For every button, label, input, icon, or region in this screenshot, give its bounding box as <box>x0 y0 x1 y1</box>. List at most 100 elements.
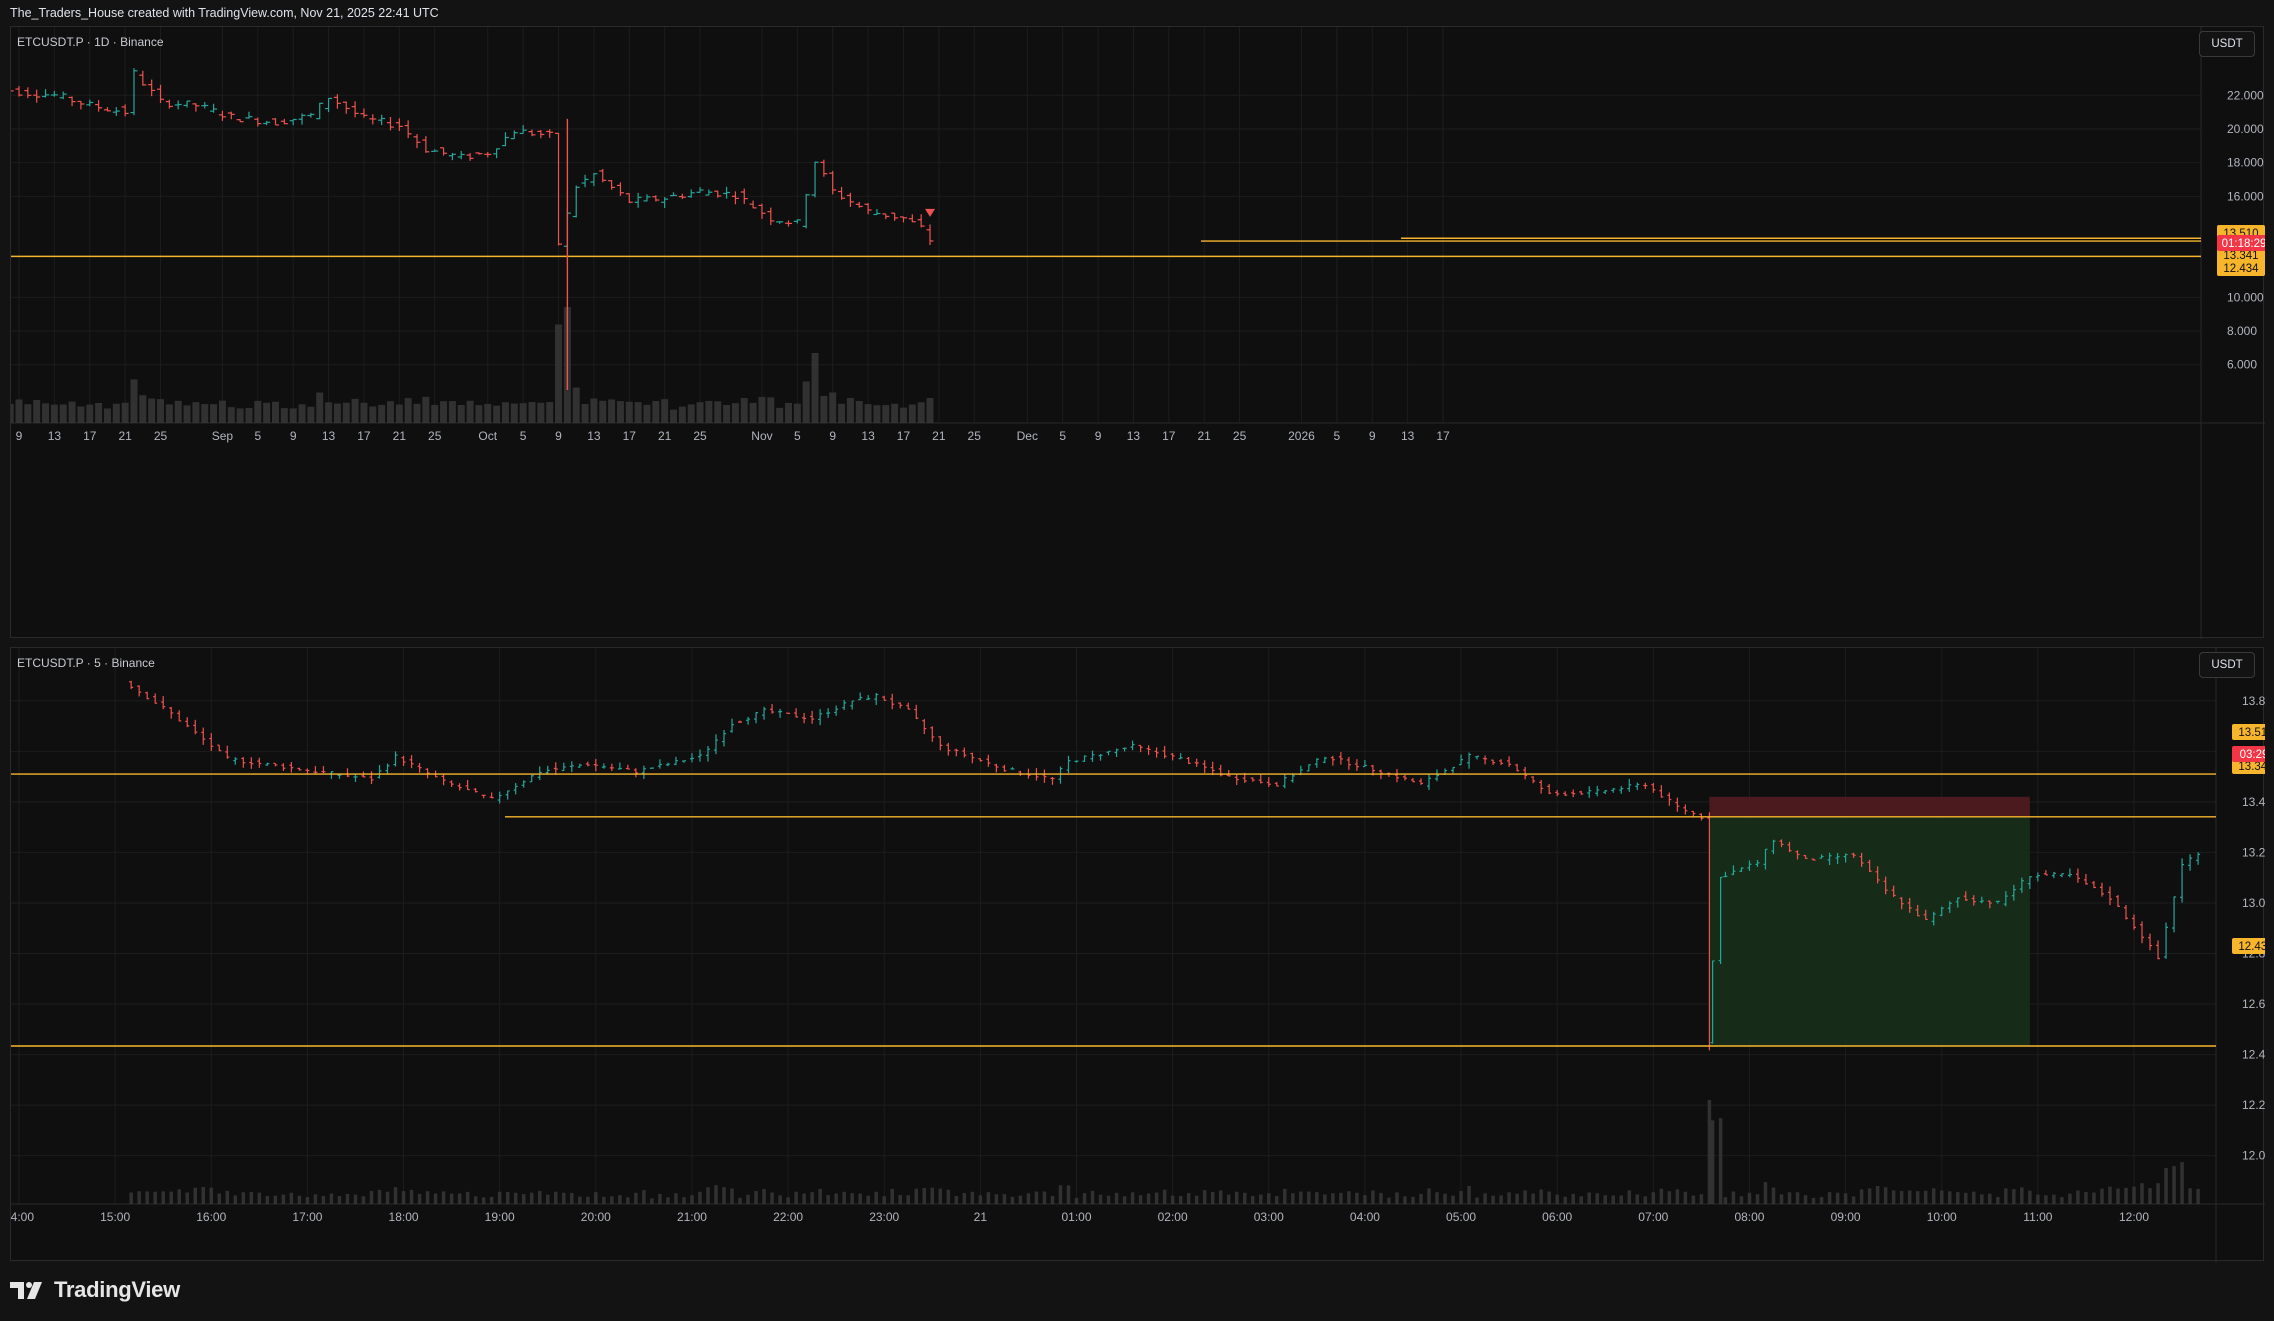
volume-bar <box>1763 1182 1768 1204</box>
volume-bar <box>1459 1191 1463 1204</box>
volume-bar <box>2124 1187 2128 1204</box>
volume-bar <box>954 1196 959 1204</box>
time-tick-label: 21 <box>974 1210 988 1224</box>
volume-bar <box>386 401 394 423</box>
volume-bar <box>917 402 925 423</box>
volume-bar <box>818 1188 822 1204</box>
volume-bar <box>858 1193 862 1204</box>
volume-bar <box>784 402 792 423</box>
volume-bar <box>616 401 624 423</box>
volume-bar <box>1659 1188 1664 1204</box>
volume-bar <box>794 1191 798 1204</box>
volume-bar <box>754 1191 758 1204</box>
volume-bar <box>1291 1193 1295 1204</box>
volume-bar <box>521 1194 526 1204</box>
volume-bar <box>1755 1194 1760 1204</box>
volume-bar <box>898 1194 902 1204</box>
volume-bar <box>537 402 545 423</box>
volume-bar <box>313 1194 318 1204</box>
volume-bar <box>2108 1186 2112 1204</box>
volume-bar <box>666 1197 670 1204</box>
volume-bar <box>475 405 483 423</box>
price-tick-label: 8.000 <box>2227 324 2257 338</box>
time-tick-label: 13 <box>1401 429 1415 443</box>
volume-bar <box>289 408 297 423</box>
volume-bar <box>1579 1196 1583 1204</box>
volume-bar <box>298 404 306 423</box>
volume-bar <box>1843 1193 1848 1204</box>
volume-bar <box>50 404 58 423</box>
volume-bar <box>1122 1196 1127 1204</box>
volume-bar <box>77 406 85 423</box>
volume-bar <box>177 1189 181 1204</box>
volume-bar <box>776 407 784 423</box>
time-tick-label: 9 <box>555 429 562 443</box>
volume-bar <box>1907 1190 1912 1204</box>
volume-bar <box>273 1195 278 1204</box>
time-tick-label: 16:00 <box>196 1210 226 1224</box>
volume-bar <box>1923 1190 1928 1204</box>
volume-bar <box>201 404 209 423</box>
volume-bar <box>731 403 739 423</box>
time-tick-label: 04:00 <box>1350 1210 1380 1224</box>
time-tick-label: 23:00 <box>869 1210 899 1224</box>
volume-bar <box>1098 1194 1103 1204</box>
volume-bar <box>265 1195 270 1204</box>
volume-bar <box>1859 1189 1864 1204</box>
volume-bar <box>457 404 465 423</box>
time-tick-label: 01:00 <box>1061 1210 1091 1224</box>
volume-bar <box>2164 1168 2168 1204</box>
volume-bar <box>1531 1193 1535 1204</box>
daily-chart-pane[interactable]: 22.000 20.000 18.000 16.000 10.000 8.000 6.000… <box>10 26 2265 639</box>
volume-bar <box>1339 1192 1343 1204</box>
five-minute-currency-button[interactable]: USDT <box>2199 652 2255 678</box>
time-tick-label: 5 <box>1059 429 1066 443</box>
volume-bar <box>1427 1188 1431 1204</box>
volume-bar <box>263 402 271 423</box>
volume-bar <box>345 1193 350 1204</box>
volume-bar <box>1731 1191 1736 1204</box>
volume-bar <box>1972 1191 1976 1204</box>
volume-bar <box>1154 1192 1159 1204</box>
volume-bar <box>1475 1197 1479 1204</box>
volume-bar <box>489 1196 494 1204</box>
volume-bar <box>908 404 916 423</box>
volume-bar <box>730 1188 734 1204</box>
volume-bar <box>1347 1191 1351 1204</box>
daily-currency-button[interactable]: USDT <box>2199 31 2255 57</box>
tradingview-brand[interactable]: TradingView <box>10 1275 180 1305</box>
volume-bar <box>914 1188 919 1204</box>
volume-bar <box>1771 1187 1776 1204</box>
volume-bar <box>1915 1191 1920 1204</box>
volume-bar <box>183 405 191 423</box>
time-tick-label: 17 <box>83 429 97 443</box>
volume-bar <box>746 1194 750 1204</box>
volume-bar <box>626 1197 630 1204</box>
five-minute-chart-pane[interactable]: 13.80013.60013.40013.20013.00012.80012.6… <box>10 647 2265 1262</box>
volume-bar <box>1803 1195 1808 1204</box>
volume-bar <box>409 1189 414 1204</box>
volume-bar <box>572 387 580 423</box>
volume-bar <box>145 1191 149 1204</box>
volume-bar <box>24 404 32 423</box>
volume-bar <box>1331 1193 1335 1204</box>
volume-bar <box>1563 1196 1567 1204</box>
five-minute-chart-canvas[interactable]: 13.80013.60013.40013.20013.00012.80012.6… <box>11 648 2265 1262</box>
time-tick-label: 17:00 <box>292 1210 322 1224</box>
volume-bar <box>505 1191 510 1204</box>
volume-bar <box>95 403 103 423</box>
volume-bar <box>890 1188 894 1204</box>
volume-bar <box>201 1186 206 1204</box>
volume-bar <box>280 408 288 423</box>
volume-bar <box>2076 1190 2080 1204</box>
volume-bar <box>1451 1195 1455 1204</box>
volume-bar <box>2052 1194 2056 1204</box>
volume-bar <box>546 402 554 423</box>
volume-bar <box>351 398 359 423</box>
volume-bar <box>1988 1193 1992 1204</box>
volume-bar <box>652 400 660 423</box>
time-tick-label: 13 <box>48 429 62 443</box>
volume-bar <box>537 1190 542 1204</box>
volume-bar <box>855 401 863 423</box>
daily-chart-canvas[interactable]: 22.000 20.000 18.000 16.000 10.000 8.000 6.000… <box>11 27 2265 639</box>
